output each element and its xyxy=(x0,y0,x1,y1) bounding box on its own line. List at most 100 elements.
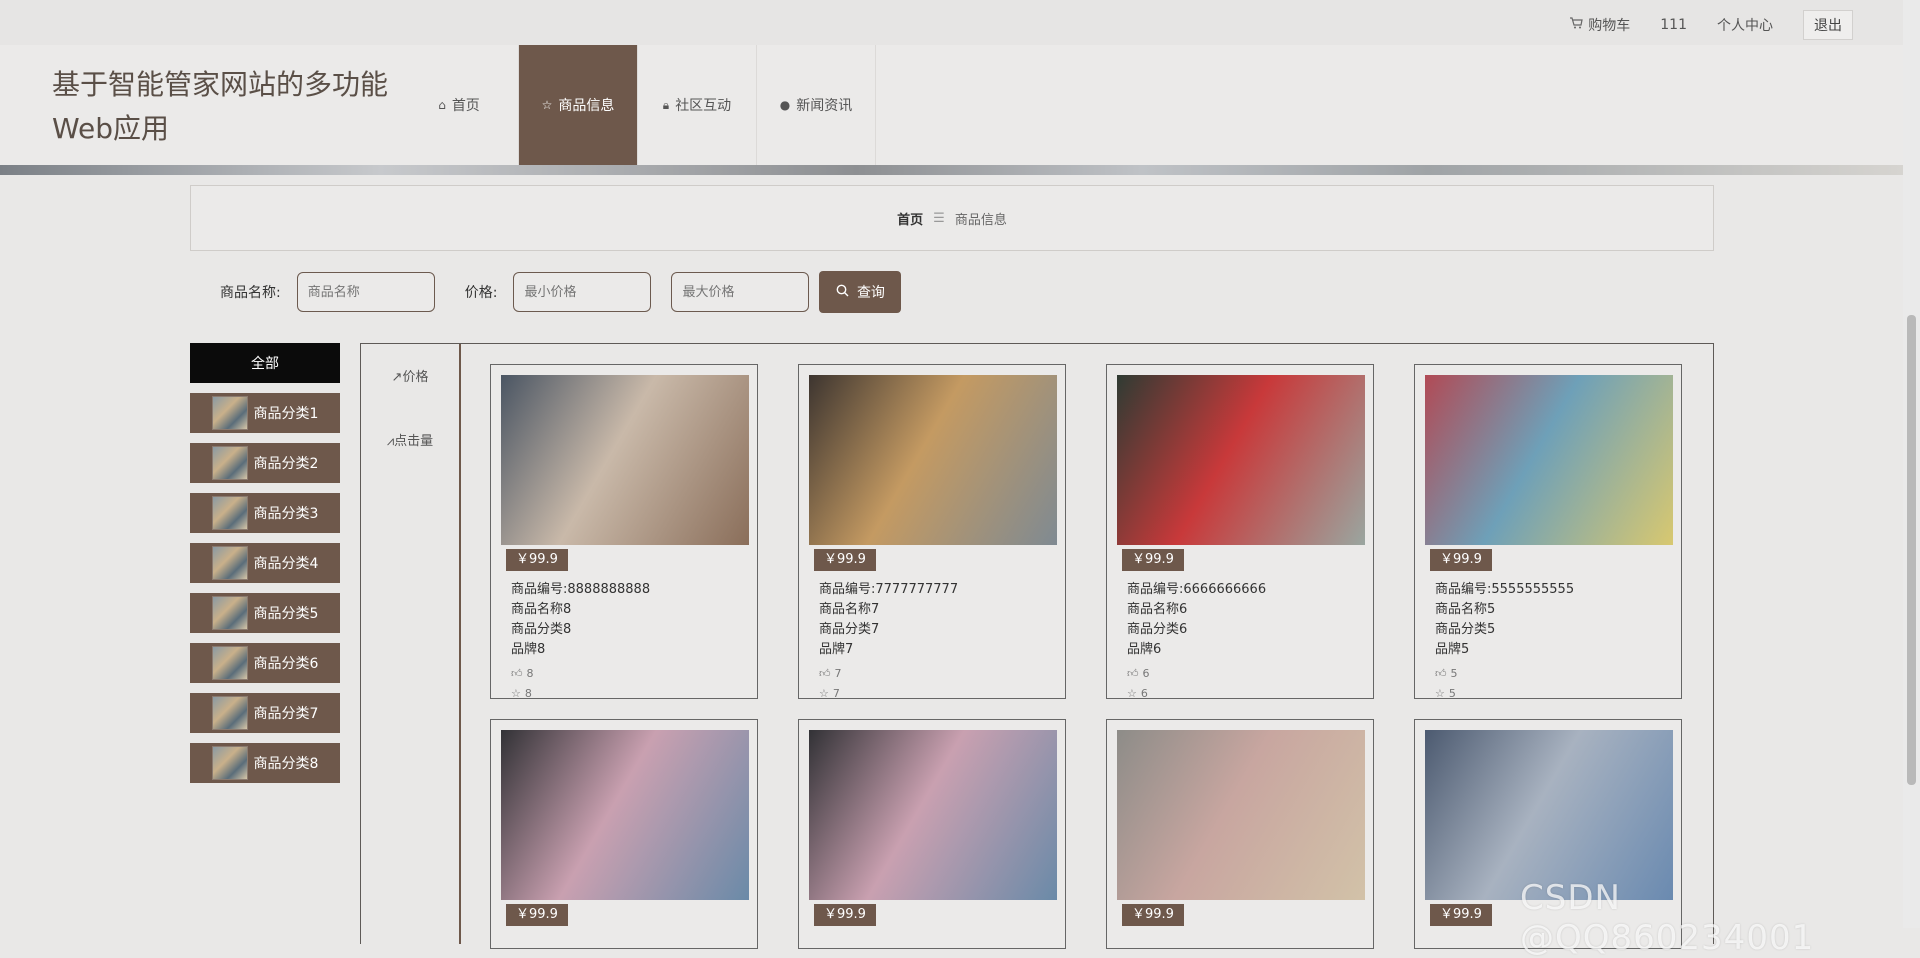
product-favorites: ☆ 7 xyxy=(819,687,840,700)
category-label: 商品分类6 xyxy=(253,656,319,672)
banner-image-strip xyxy=(0,165,1903,175)
product-info: 商品编号:7777777777 商品名称7 商品分类7 品牌7 xyxy=(819,580,958,660)
username[interactable]: 111 xyxy=(1660,17,1687,33)
nav-home[interactable]: ⌂ 首页 xyxy=(400,45,519,165)
search-icon xyxy=(836,284,849,301)
category-label: 商品分类5 xyxy=(253,606,319,622)
product-price: ￥99.9 xyxy=(1430,549,1492,571)
product-name: 商品名称7 xyxy=(819,602,880,617)
category-list: 全部 商品分类1 商品分类2 商品分类3 商品分类4 商品分类5 商品分类6 商… xyxy=(190,343,340,793)
product-likes: 👍︎ 7 xyxy=(819,667,842,680)
info-icon: ● xyxy=(779,98,791,112)
nav-products[interactable]: ☆ 商品信息 xyxy=(519,45,638,165)
category-label: 商品分类3 xyxy=(253,506,319,522)
scrollbar-thumb[interactable] xyxy=(1907,315,1916,785)
main-nav: ⌂ 首页 ☆ 商品信息 🔒︎ 社区互动 ● 新闻资讯 xyxy=(400,45,876,165)
product-name-input[interactable] xyxy=(296,272,435,312)
product-info: 商品编号:6666666666 商品名称6 商品分类6 品牌6 xyxy=(1127,580,1266,660)
breadcrumb-current: 商品信息 xyxy=(954,212,1007,228)
category-thumbnail xyxy=(211,696,248,730)
top-bar: 购物车 111 个人中心 退出 xyxy=(0,0,1903,45)
logout-button[interactable]: 退出 xyxy=(1803,10,1853,40)
product-code: 商品编号:7777777777 xyxy=(819,582,959,597)
star-icon: ☆ xyxy=(1127,687,1137,700)
profile-link[interactable]: 个人中心 xyxy=(1717,15,1773,35)
query-button-label: 查询 xyxy=(856,285,885,301)
product-card[interactable]: ￥99.9 xyxy=(1106,719,1374,949)
product-brand: 品牌5 xyxy=(1435,642,1470,657)
product-likes: 👍︎ 6 xyxy=(1127,667,1150,680)
top-links: 购物车 111 个人中心 退出 xyxy=(1569,10,1853,40)
product-card[interactable]: ￥99.9 商品编号:5555555555 商品名称5 商品分类5 品牌5 👍︎ 5 ☆ 5 xyxy=(1414,364,1682,700)
nav-community[interactable]: 🔒︎ 社区互动 xyxy=(638,45,757,165)
sort-by-price[interactable]: ↗价格 xyxy=(361,366,459,385)
category-thumbnail xyxy=(211,396,248,430)
likes-count: 7 xyxy=(834,667,842,680)
product-image[interactable] xyxy=(501,375,749,545)
cart-link[interactable]: 购物车 xyxy=(1569,15,1630,35)
category-item[interactable]: 商品分类7 xyxy=(190,693,340,733)
header: 基于智能管家网站的多功能 Web应用 ⌂ 首页 ☆ 商品信息 🔒︎ 社区互动 ●… xyxy=(0,45,1903,165)
product-category: 商品分类6 xyxy=(1127,622,1188,637)
category-item[interactable]: 商品分类1 xyxy=(190,393,340,433)
site-title-line1: 基于智能管家网站的多功能 xyxy=(52,68,389,101)
category-thumbnail xyxy=(211,746,248,780)
product-favorites: ☆ 5 xyxy=(1435,687,1456,700)
category-item[interactable]: 商品分类5 xyxy=(190,593,340,633)
category-item[interactable]: 商品分类3 xyxy=(190,493,340,533)
scrollbar[interactable] xyxy=(1903,0,1920,928)
query-button[interactable]: 查询 xyxy=(819,271,902,313)
category-item[interactable]: 商品分类4 xyxy=(190,543,340,583)
thumbs-up-icon: 👍︎ xyxy=(511,667,523,680)
product-card[interactable]: ￥99.9 商品编号:6666666666 商品名称6 商品分类6 品牌6 👍︎ 6 ☆ 6 xyxy=(1106,364,1374,700)
star-icon: ☆ xyxy=(1435,687,1445,700)
category-item[interactable]: 商品分类8 xyxy=(190,743,340,783)
product-price: ￥99.9 xyxy=(1122,904,1184,926)
category-label: 商品分类1 xyxy=(253,406,319,422)
product-brand: 品牌8 xyxy=(511,642,546,657)
product-price: ￥99.9 xyxy=(1430,904,1492,926)
category-item[interactable]: 商品分类2 xyxy=(190,443,340,483)
product-card[interactable]: ￥99.9 xyxy=(798,719,1066,949)
breadcrumb-separator-icon: ☰ xyxy=(933,210,945,226)
product-category: 商品分类5 xyxy=(1435,622,1496,637)
product-image[interactable] xyxy=(809,730,1057,900)
nav-news-label: 新闻资讯 xyxy=(796,98,853,114)
category-label: 商品分类8 xyxy=(253,756,319,772)
product-image[interactable] xyxy=(1425,730,1673,900)
likes-count: 5 xyxy=(1450,667,1458,680)
sort-by-clicks[interactable]: ⩘点击量 xyxy=(361,430,459,449)
product-price: ￥99.9 xyxy=(814,549,876,571)
product-panel: ↗价格 ⩘点击量 ￥99.9 商品编号:8888888888 商品名称8 商品分类8 品… xyxy=(360,343,1714,949)
product-code: 商品编号:5555555555 xyxy=(1435,582,1575,597)
product-card[interactable]: ￥99.9 商品编号:7777777777 商品名称7 商品分类7 品牌7 👍︎ 7 ☆ 7 xyxy=(798,364,1066,700)
product-image[interactable] xyxy=(1117,375,1365,545)
product-card[interactable]: ￥99.9 xyxy=(490,719,758,949)
product-image[interactable] xyxy=(501,730,749,900)
product-code: 商品编号:8888888888 xyxy=(511,582,651,597)
product-image[interactable] xyxy=(1425,375,1673,545)
category-item[interactable]: 商品分类6 xyxy=(190,643,340,683)
sort-clicks-label: 点击量 xyxy=(394,434,434,449)
category-thumbnail xyxy=(211,446,248,480)
category-thumbnail xyxy=(211,596,248,630)
site-title-line2: Web应用 xyxy=(52,112,170,145)
min-price-input[interactable] xyxy=(513,272,652,312)
site-title: 基于智能管家网站的多功能 Web应用 xyxy=(52,63,388,151)
favorites-count: 6 xyxy=(1140,687,1148,700)
product-image[interactable] xyxy=(1117,730,1365,900)
product-category: 商品分类7 xyxy=(819,622,880,637)
category-label: 全部 xyxy=(251,356,279,372)
likes-count: 8 xyxy=(526,667,534,680)
trend-icon: ↗ xyxy=(391,370,403,385)
product-name: 商品名称5 xyxy=(1435,602,1496,617)
category-all[interactable]: 全部 xyxy=(190,343,340,383)
thumbs-up-icon: 👍︎ xyxy=(1127,667,1139,680)
sort-column: ↗价格 ⩘点击量 xyxy=(361,344,461,944)
breadcrumb-home[interactable]: 首页 xyxy=(897,209,923,228)
nav-news[interactable]: ● 新闻资讯 xyxy=(757,45,876,165)
product-image[interactable] xyxy=(809,375,1057,545)
max-price-input[interactable] xyxy=(671,272,810,312)
product-card[interactable]: ￥99.9 商品编号:8888888888 商品名称8 商品分类8 品牌8 👍︎ 8 ☆ 8 xyxy=(490,364,758,700)
star-icon: ☆ xyxy=(541,98,553,112)
